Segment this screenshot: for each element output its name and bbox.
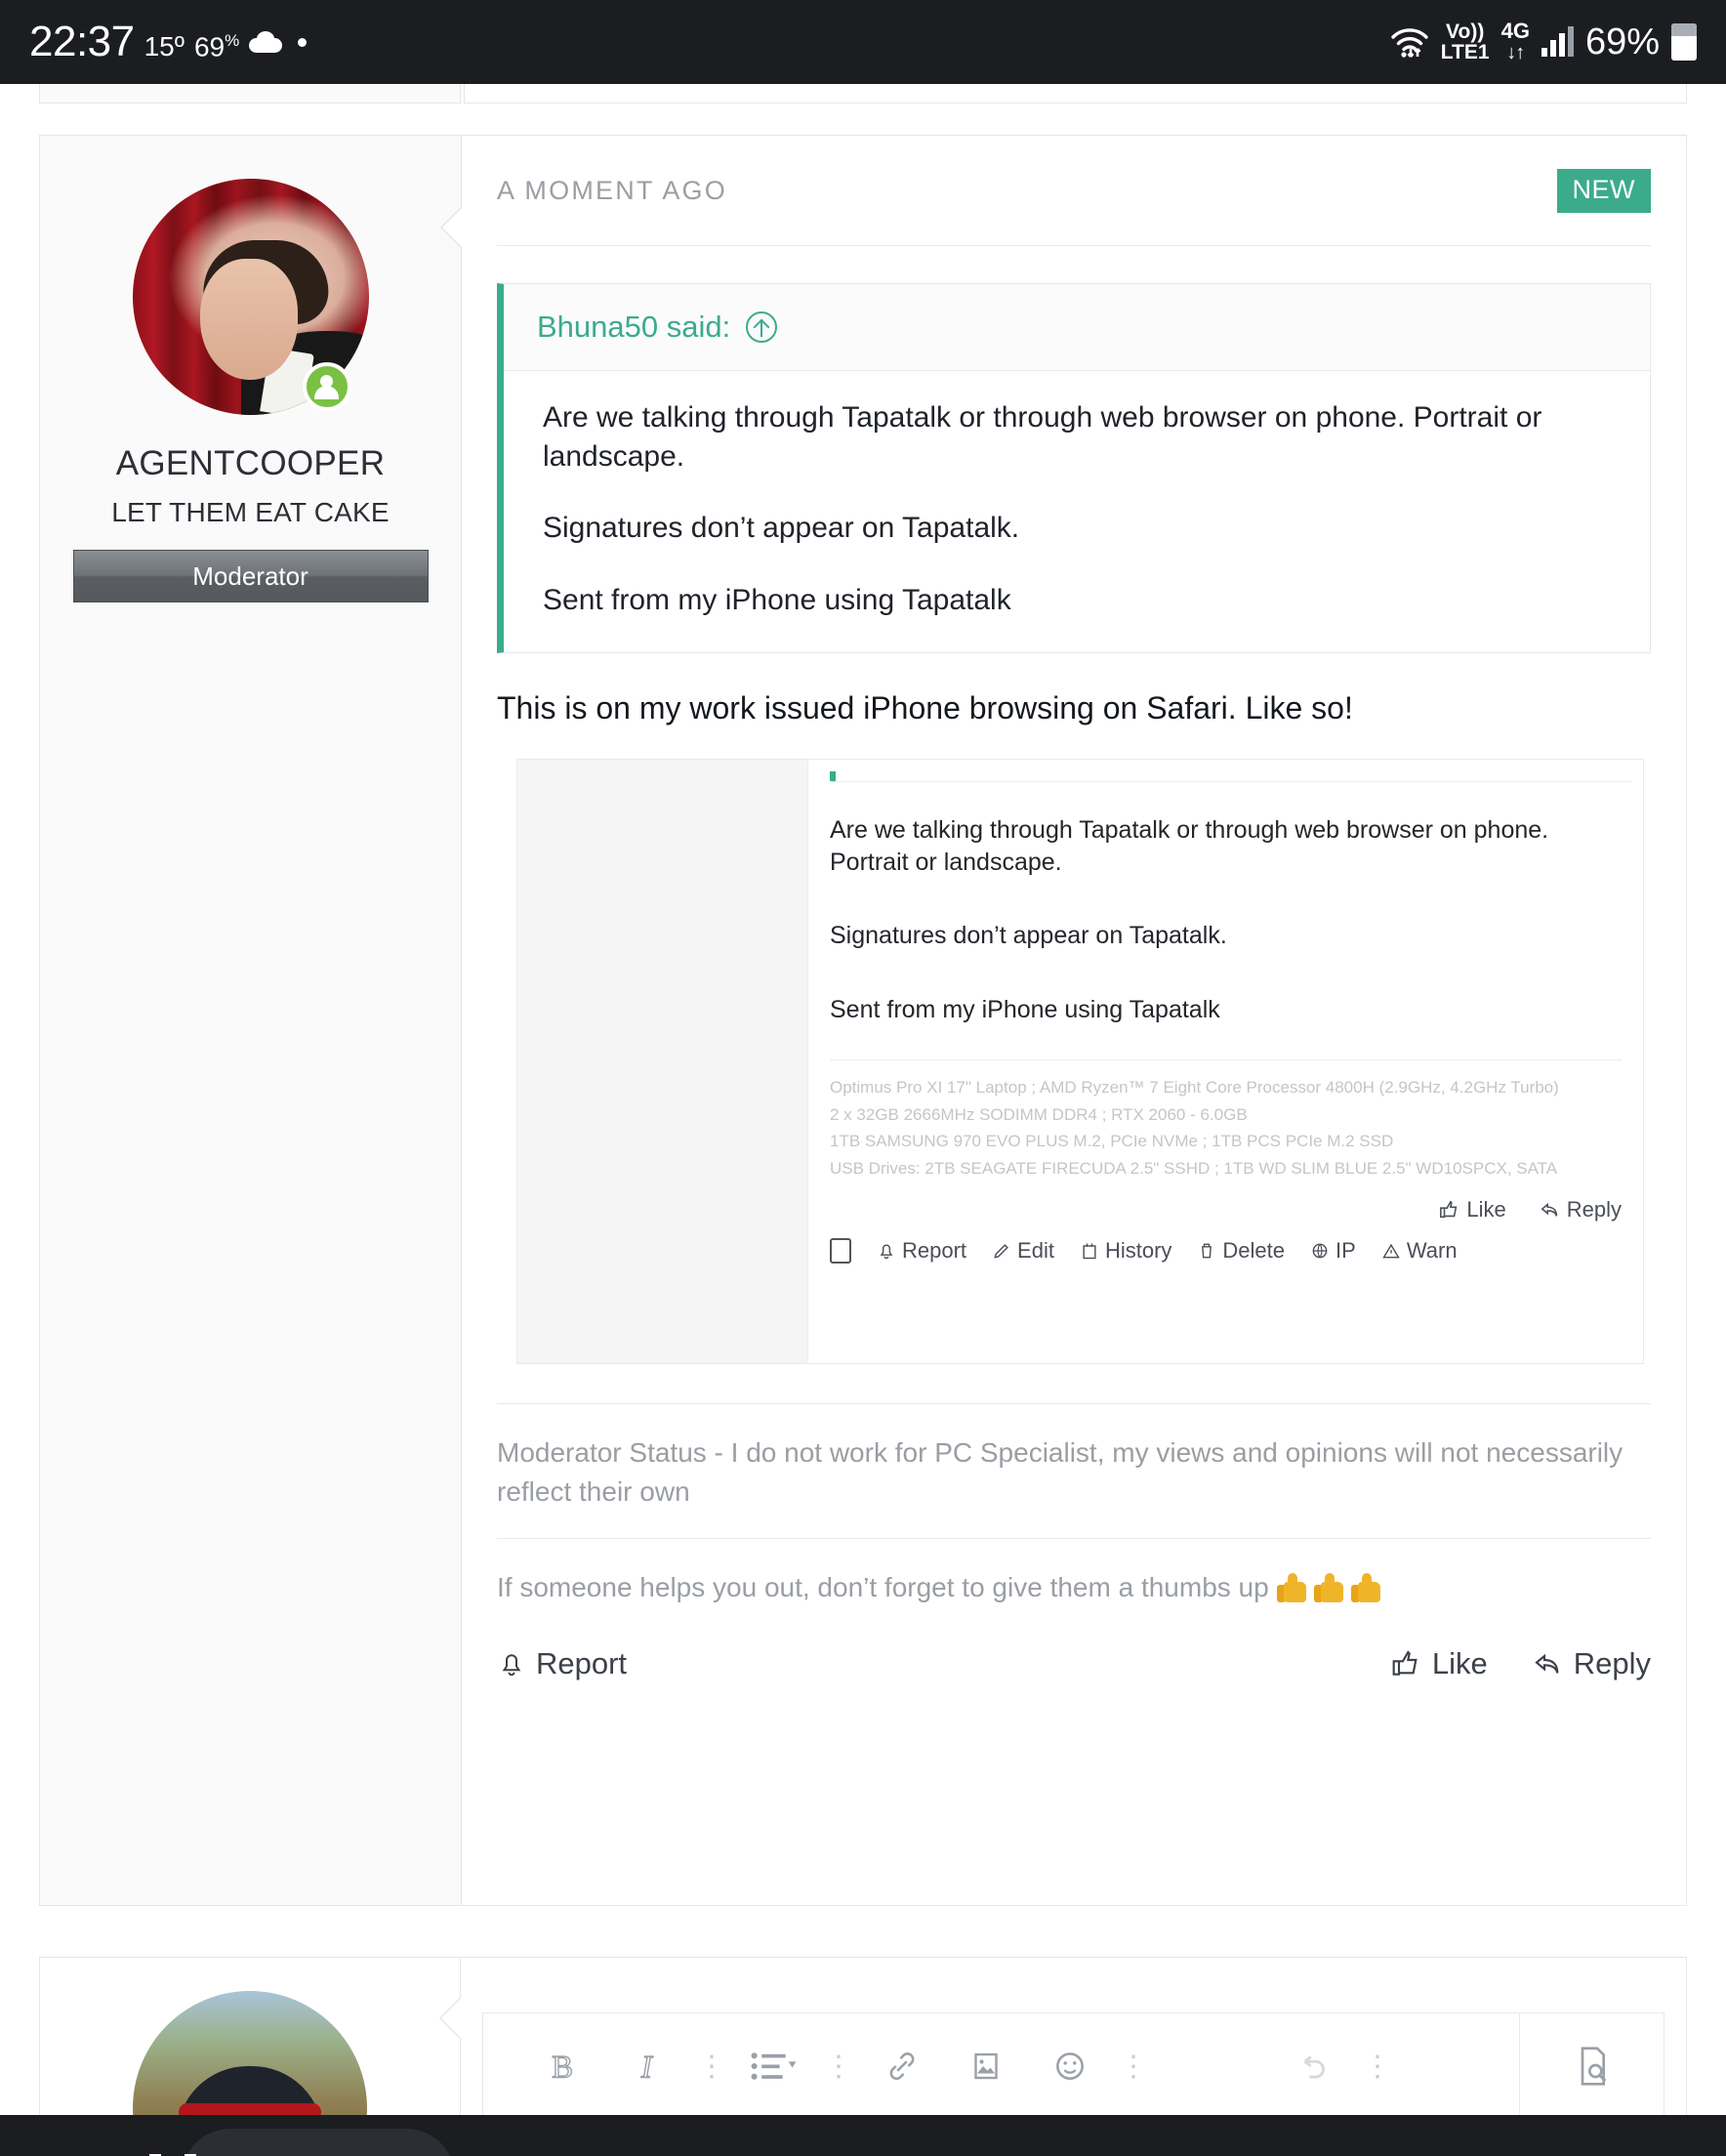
- signature-line: 1TB SAMSUNG 970 EVO PLUS M.2, PCIe NVMe …: [830, 1132, 1394, 1151]
- bell-icon: [880, 1244, 893, 1260]
- quote-paragraph: Are we talking through Tapatalk or throu…: [543, 401, 1542, 473]
- screen: 22:37 15º 69% Vo)) LTE1 4G ↓↑ 69% AGENTC…: [0, 0, 1726, 2156]
- quote-paragraph: Signatures don’t appear on Tapatalk.: [543, 512, 1020, 545]
- wifi-icon: [1390, 25, 1429, 59]
- embedded-warn-button: Warn: [1381, 1238, 1458, 1264]
- embedded-paragraph: Signatures don’t appear on Tapatalk.: [830, 922, 1227, 950]
- overflow-menu-icon[interactable]: ⋮: [824, 2050, 853, 2083]
- calendar-icon: [1083, 1243, 1096, 1260]
- status-temperature: 15º: [144, 31, 185, 62]
- embedded-ip-button: IP: [1310, 1238, 1356, 1264]
- embedded-edit-button: Edit: [992, 1238, 1054, 1264]
- embedded-paragraph: Sent from my iPhone using Tapatalk: [830, 995, 1220, 1023]
- battery-percent: 69%: [1584, 21, 1660, 62]
- report-button[interactable]: Report: [497, 1646, 627, 1681]
- capture-icon: [148, 2154, 196, 2156]
- embedded-actions: Like Reply Report Edit History Delete IP…: [830, 1197, 1622, 1265]
- signal-bars-icon: [1541, 26, 1574, 57]
- reply-arrow-icon: [1541, 1202, 1557, 1217]
- signature-line: 2 x 32GB 2666MHz SODIMM DDR4 ; RTX 2060 …: [830, 1104, 1248, 1124]
- embedded-screenshot-image[interactable]: Are we talking through Tapatalk or throu…: [516, 758, 1644, 1364]
- post-timestamp: A MOMENT AGO: [497, 175, 727, 205]
- post-card: AGENTCOOPER LET THEM EAT CAKE Moderator …: [39, 135, 1687, 1906]
- overflow-menu-icon[interactable]: ⋮: [1119, 2050, 1148, 2083]
- android-navigation-bar: [0, 2115, 1726, 2156]
- thumbs-up-emoji: [1313, 1573, 1343, 1603]
- quote-author-label[interactable]: Bhuna50 said:: [537, 310, 730, 345]
- new-badge: NEW: [1556, 168, 1651, 213]
- embedded-quote-bar-icon: [830, 770, 836, 781]
- author-role-badge: Moderator: [72, 550, 429, 602]
- editor-toolbar: B I ⋮ ⋮ ⋮ ⋮: [482, 2012, 1664, 2120]
- reply-arrow-icon: [1535, 1654, 1559, 1675]
- status-bar-right: Vo)) LTE1 4G ↓↑ 69%: [1390, 21, 1697, 63]
- arrow-up-circle-icon[interactable]: [746, 311, 778, 343]
- overflow-menu-icon[interactable]: ⋮: [697, 2050, 726, 2083]
- thumbs-up-emoji: [1276, 1573, 1306, 1603]
- signature-thumbs-text: If someone helps you out, don’t forget t…: [497, 1539, 1651, 1603]
- header-divider: [497, 245, 1651, 246]
- post-author-panel: AGENTCOOPER LET THEM EAT CAKE Moderator: [40, 136, 462, 1905]
- status-clock: 22:37: [29, 18, 135, 65]
- embedded-signature: Optimus Pro XI 17" Laptop ; AMD Ryzen™ 7…: [830, 1074, 1622, 1182]
- overflow-menu-icon[interactable]: ⋮: [1363, 2050, 1392, 2083]
- link-icon[interactable]: [860, 2048, 944, 2085]
- pencil-icon: [994, 1244, 1008, 1259]
- globe-icon: [1312, 1243, 1328, 1259]
- svg-text:I: I: [640, 2050, 654, 2085]
- insert-image-icon[interactable]: [944, 2048, 1028, 2085]
- bold-icon[interactable]: B: [522, 2047, 606, 2086]
- undo-icon[interactable]: [1272, 2048, 1356, 2085]
- battery-icon: [1671, 23, 1697, 61]
- bell-icon: [502, 1654, 521, 1677]
- embedded-like-button: Like: [1439, 1197, 1506, 1223]
- checkbox-icon: [830, 1238, 851, 1265]
- status-humidity: 69%: [193, 30, 240, 62]
- embedded-report-button: Report: [877, 1238, 966, 1264]
- quote-body: Are we talking through Tapatalk or throu…: [504, 371, 1650, 653]
- post-content-panel: A MOMENT AGO NEW Bhuna50 said: Are we ta…: [440, 136, 1686, 1905]
- signature-line: USB Drives: 2TB SEAGATE FIRECUDA 2.5" SS…: [830, 1158, 1558, 1178]
- network-type-indicator: 4G ↓↑: [1500, 19, 1530, 64]
- quote-paragraph: Sent from my iPhone using Tapatalk: [543, 583, 1011, 616]
- thumbs-up-icon: [1440, 1200, 1458, 1219]
- previous-post-peek: [39, 84, 1687, 104]
- volte-indicator: Vo)) LTE1: [1440, 21, 1490, 63]
- emoji-icon[interactable]: [1028, 2048, 1112, 2085]
- embedded-screenshot-sidebar: [517, 759, 808, 1363]
- warning-triangle-icon: [1382, 1243, 1400, 1259]
- quote-header: Bhuna50 said:: [504, 284, 1650, 371]
- embedded-delete-button: Delete: [1197, 1238, 1285, 1264]
- embedded-reply-button: Reply: [1540, 1197, 1622, 1223]
- preview-button[interactable]: [1519, 2012, 1664, 2120]
- post-actions: Report Like Reply: [497, 1603, 1651, 1681]
- post-header: A MOMENT AGO NEW: [497, 136, 1651, 245]
- svg-text:B: B: [552, 2050, 573, 2085]
- signature-line: Optimus Pro XI 17" Laptop ; AMD Ryzen™ 7…: [830, 1077, 1559, 1097]
- reply-button[interactable]: Reply: [1533, 1646, 1651, 1681]
- cloud-icon: [249, 31, 283, 53]
- embedded-paragraph: Are we talking through Tapatalk or throu…: [830, 815, 1549, 877]
- status-bar: 22:37 15º 69% Vo)) LTE1 4G ↓↑ 69%: [0, 0, 1726, 84]
- notification-dot-icon: [298, 37, 308, 47]
- thumbs-up-icon: [1392, 1650, 1418, 1677]
- post-body-text: This is on my work issued iPhone browsin…: [497, 690, 1353, 726]
- status-bar-left: 22:37 15º 69%: [29, 18, 308, 66]
- screenshot-capture-button[interactable]: [0, 2152, 346, 2156]
- like-button[interactable]: Like: [1391, 1646, 1488, 1681]
- italic-icon[interactable]: I: [606, 2047, 690, 2086]
- embedded-screenshot-content: Are we talking through Tapatalk or throu…: [808, 760, 1643, 1363]
- quote-block: Bhuna50 said: Are we talking through Tap…: [497, 283, 1651, 654]
- bullet-list-icon[interactable]: [733, 2050, 817, 2083]
- embedded-history-button: History: [1080, 1238, 1171, 1264]
- author-user-title: LET THEM EAT CAKE: [111, 497, 390, 527]
- avatar[interactable]: [132, 179, 369, 415]
- thumbs-up-emoji: [1350, 1573, 1380, 1603]
- preview-icon: [1581, 2047, 1606, 2086]
- moderator-status-text: Moderator Status - I do not work for PC …: [497, 1436, 1623, 1507]
- author-username[interactable]: AGENTCOOPER: [116, 444, 386, 483]
- trash-icon: [1202, 1243, 1212, 1259]
- online-status-icon: [302, 362, 351, 411]
- page-body: AGENTCOOPER LET THEM EAT CAKE Moderator …: [0, 84, 1726, 2156]
